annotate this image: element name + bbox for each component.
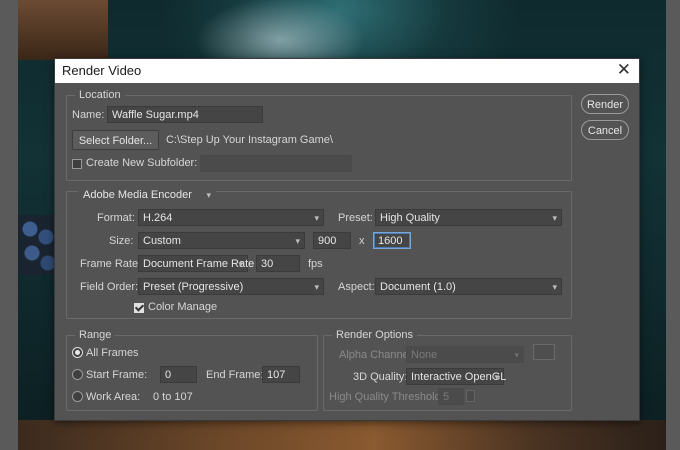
hq-threshold-spinner-icon[interactable]	[466, 390, 475, 402]
height-input[interactable]: 1600	[373, 232, 411, 249]
folder-path: C:\Step Up Your Instagram Game\	[166, 134, 333, 146]
dialog-title: Render Video	[62, 63, 142, 78]
close-icon[interactable]: ✕	[617, 60, 631, 80]
chevron-down-icon: ▾	[238, 259, 243, 269]
chevron-down-icon: ▾	[552, 282, 557, 292]
select-folder-button[interactable]: Select Folder...	[72, 130, 159, 150]
render-options-legend: Render Options	[332, 329, 418, 341]
background-waffle-plate	[18, 420, 666, 450]
render-video-dialog: Render Video ✕ Location Name: Waffle Sug…	[54, 58, 640, 421]
work-area-label: Work Area:	[86, 391, 141, 403]
alpha-channel-select-value: None	[411, 349, 438, 361]
chevron-down-icon: ▾	[314, 282, 319, 292]
start-frame-input[interactable]: 0	[160, 366, 197, 383]
location-group: Location Name: Waffle Sugar.mp4 Select F…	[66, 89, 572, 181]
render-button[interactable]: Render	[581, 94, 629, 114]
encoder-group: Adobe Media Encoder ▾ Format: H.264 ▾ Pr…	[66, 186, 572, 319]
left-panel-edge	[0, 0, 18, 450]
chevron-down-icon: ▾	[552, 213, 557, 223]
work-area-radio[interactable]	[72, 391, 83, 402]
format-label: Format:	[97, 212, 135, 224]
field-order-select[interactable]: Preset (Progressive) ▾	[138, 278, 324, 295]
preset-select[interactable]: High Quality ▾	[375, 209, 562, 226]
format-select[interactable]: H.264 ▾	[138, 209, 324, 226]
aspect-select-value: Document (1.0)	[380, 281, 456, 293]
size-label: Size:	[109, 235, 134, 247]
size-select-value: Custom	[143, 235, 181, 247]
preset-select-value: High Quality	[380, 212, 440, 224]
3d-quality-select-value: Interactive OpenGL	[411, 371, 507, 383]
chevron-down-icon: ▾	[314, 213, 319, 223]
frame-rate-select[interactable]: Document Frame Rate ▾	[138, 255, 254, 272]
name-label: Name:	[72, 109, 105, 121]
size-x-label: x	[359, 235, 365, 247]
hq-threshold-input[interactable]: 5	[438, 388, 464, 405]
work-area-value: 0 to 107	[153, 391, 193, 403]
fps-label: fps	[308, 258, 323, 270]
create-subfolder-checkbox[interactable]	[72, 159, 82, 169]
size-select[interactable]: Custom ▾	[138, 232, 305, 249]
format-select-value: H.264	[143, 212, 173, 224]
create-subfolder-label: Create New Subfolder:	[86, 157, 198, 169]
preset-label: Preset:	[338, 212, 373, 224]
chevron-down-icon: ▾	[295, 236, 300, 246]
start-frame-label: Start Frame:	[86, 369, 148, 381]
end-frame-label: End Frame:	[206, 369, 264, 381]
start-frame-radio[interactable]	[72, 369, 83, 380]
alpha-channel-select[interactable]: None ▾	[406, 346, 524, 363]
aspect-label: Aspect:	[338, 281, 375, 293]
fps-input[interactable]: 30	[256, 255, 300, 272]
all-frames-label: All Frames	[86, 347, 139, 359]
right-panel-edge	[666, 0, 680, 450]
3d-quality-select[interactable]: Interactive OpenGL ▾	[406, 368, 507, 385]
field-order-label: Field Order:	[80, 281, 139, 293]
alpha-color-swatch[interactable]	[533, 344, 555, 360]
encoder-select-value: Adobe Media Encoder	[83, 189, 192, 201]
field-order-select-value: Preset (Progressive)	[143, 281, 244, 293]
name-input[interactable]: Waffle Sugar.mp4	[107, 106, 263, 123]
cancel-button[interactable]: Cancel	[581, 120, 629, 140]
chevron-down-icon: ▾	[494, 372, 499, 382]
background-wood	[18, 0, 108, 60]
frame-rate-label: Frame Rate:	[80, 258, 142, 270]
range-legend: Range	[75, 329, 116, 341]
color-manage-label: Color Manage	[148, 301, 218, 313]
width-input[interactable]: 900	[313, 232, 351, 249]
alpha-channel-label: Alpha Channel:	[339, 349, 415, 361]
subfolder-input[interactable]	[200, 155, 352, 172]
background-berries	[18, 215, 56, 275]
color-manage-checkbox[interactable]	[134, 303, 144, 313]
hq-threshold-label: High Quality Threshold:	[329, 391, 444, 403]
dialog-titlebar: Render Video ✕	[55, 59, 639, 83]
location-legend: Location	[75, 89, 125, 101]
chevron-down-icon: ▾	[514, 350, 519, 360]
3d-quality-label: 3D Quality:	[353, 371, 408, 383]
render-options-group: Render Options Alpha Channel: None ▾ 3D …	[323, 329, 572, 411]
aspect-select[interactable]: Document (1.0) ▾	[375, 278, 562, 295]
range-group: Range All Frames Start Frame: 0 End Fram…	[66, 329, 318, 411]
all-frames-radio[interactable]	[72, 347, 83, 358]
encoder-select[interactable]: Adobe Media Encoder ▾	[78, 186, 216, 203]
end-frame-input[interactable]: 107	[262, 366, 300, 383]
chevron-down-icon: ▾	[206, 190, 211, 200]
